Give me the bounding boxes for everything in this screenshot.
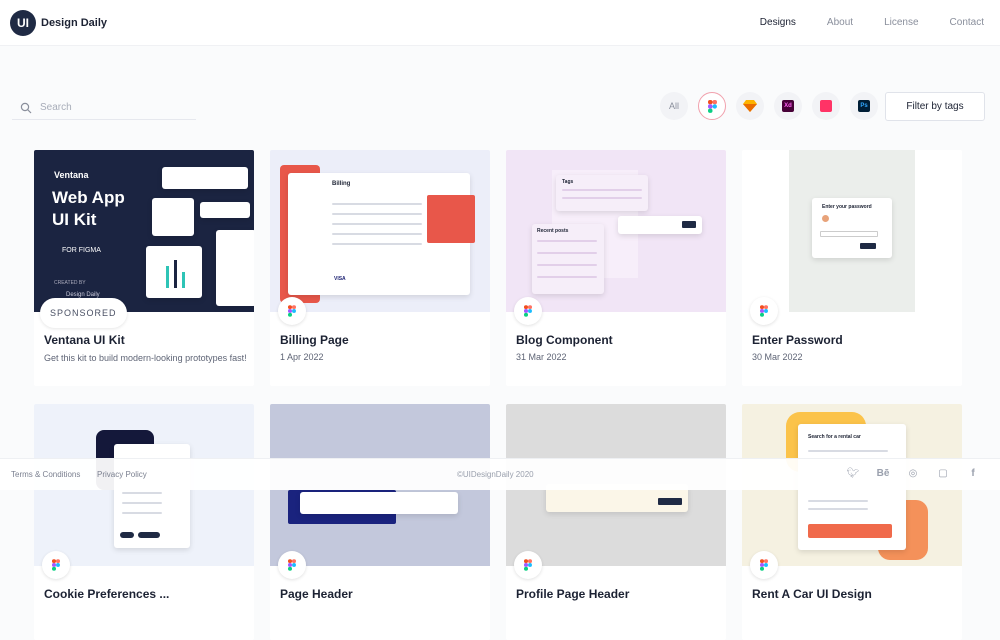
mock-chart-panel	[146, 246, 202, 298]
privacy-link[interactable]: Privacy Policy	[97, 470, 147, 479]
xd-icon[interactable]: Xd	[774, 92, 802, 120]
card-blog-component[interactable]: Tags Recent posts Blog Component 31 Mar …	[506, 150, 726, 386]
card-title[interactable]: Rent A Car UI Design	[752, 587, 872, 601]
card-title[interactable]: Blog Component	[516, 333, 613, 347]
instagram-icon[interactable]: ▢	[936, 468, 950, 479]
card-date: 30 Mar 2022	[752, 352, 803, 362]
search-input[interactable]	[40, 102, 180, 113]
card-thumbnail: Enter your password	[742, 150, 962, 312]
twitter-icon[interactable]: 🐦︎	[846, 468, 860, 479]
top-header: UI Design Daily Designs About License Co…	[0, 0, 1000, 46]
photoshop-icon[interactable]: Ps	[850, 92, 878, 120]
figma-icon[interactable]	[698, 92, 726, 120]
card-title[interactable]: Ventana UI Kit	[44, 333, 125, 347]
logo-text: Design Daily	[41, 17, 108, 29]
card-thumbnail: Tags Recent posts	[506, 150, 726, 312]
thumb-heading: Search for a rental car	[808, 434, 861, 440]
card-enter-password[interactable]: Enter your password Enter Password 30 Ma…	[742, 150, 962, 386]
thumb-title-2: UI Kit	[52, 210, 97, 229]
card-title[interactable]: Enter Password	[752, 333, 843, 347]
figma-icon	[750, 297, 778, 325]
card-date: 1 Apr 2022	[280, 352, 324, 362]
mock-panel	[216, 230, 254, 306]
card-title[interactable]: Profile Page Header	[516, 587, 629, 601]
thumb-brand: Ventana	[54, 170, 89, 180]
thumb-visa: VISA	[334, 276, 346, 282]
card-description: Get this kit to build modern-looking pro…	[44, 353, 247, 363]
nav-license[interactable]: License	[884, 17, 918, 28]
card-date: 31 Mar 2022	[516, 352, 567, 362]
thumb-tag: FOR FIGMA	[62, 247, 101, 254]
copyright: ©UIDesignDaily 2020	[457, 470, 534, 479]
mock-password-form: Enter your password	[812, 198, 892, 258]
card-page-header[interactable]: Page Header	[270, 404, 490, 640]
nav-contact[interactable]: Contact	[950, 17, 984, 28]
mock-panel	[162, 167, 248, 189]
nav-designs[interactable]: Designs	[760, 17, 796, 28]
nav-about[interactable]: About	[827, 17, 853, 28]
card-rent-a-car[interactable]: Search for a rental car Rent A Car UI De…	[742, 404, 962, 640]
tool-filters: All Xd Ps	[660, 92, 888, 120]
mock-panel	[200, 202, 250, 218]
site-logo[interactable]: UI Design Daily	[10, 10, 107, 36]
mock-tags-panel: Tags	[556, 175, 648, 211]
invision-icon[interactable]	[812, 92, 840, 120]
card-title[interactable]: Cookie Preferences ...	[44, 587, 169, 601]
card-profile-page-header[interactable]: Profile Page Header	[506, 404, 726, 640]
figma-icon	[42, 551, 70, 579]
mock-search	[618, 216, 702, 234]
card-title[interactable]: Page Header	[280, 587, 353, 601]
behance-icon[interactable]: Bē	[876, 468, 890, 479]
figma-icon	[514, 297, 542, 325]
thumb-created: CREATED BY	[54, 280, 86, 286]
terms-link[interactable]: Terms & Conditions	[11, 470, 80, 479]
card-thumbnail: Billing VISA	[270, 150, 490, 312]
thumb-tags: Tags	[562, 179, 574, 185]
thumb-heading: Enter your password	[822, 204, 872, 210]
figma-icon	[278, 551, 306, 579]
card-thumbnail: Ventana Web App UI Kit FOR FIGMA CREATED…	[34, 150, 254, 312]
filter-all-button[interactable]: All	[660, 92, 688, 120]
footer-bar: Terms & Conditions Privacy Policy ©UIDes…	[0, 458, 1000, 490]
thumb-recent: Recent posts	[537, 228, 569, 234]
thumb-heading: Billing	[332, 181, 351, 187]
card-title[interactable]: Billing Page	[280, 333, 349, 347]
filter-by-tags-button[interactable]: Filter by tags	[885, 92, 985, 121]
mock-recent-posts: Recent posts	[532, 224, 604, 294]
card-cookie-preferences[interactable]: Cookie Preferences ...	[34, 404, 254, 640]
mock-panel	[152, 198, 194, 236]
social-links: 🐦︎ Bē ◎ ▢ f	[830, 468, 980, 479]
card-billing-page[interactable]: Billing VISA Billing Page 1 Apr 2022	[270, 150, 490, 386]
dribbble-icon[interactable]: ◎	[906, 468, 920, 479]
search-bar	[12, 96, 196, 120]
mock-header-bar	[300, 492, 458, 514]
sketch-icon[interactable]	[736, 92, 764, 120]
logo-badge: UI	[10, 10, 36, 36]
figma-icon	[278, 297, 306, 325]
main-nav: Designs About License Contact	[729, 17, 984, 28]
search-icon	[20, 102, 32, 113]
facebook-icon[interactable]: f	[966, 468, 980, 479]
sponsored-badge: SPONSORED	[40, 298, 127, 328]
thumb-title: Web App	[52, 188, 125, 207]
figma-icon	[750, 551, 778, 579]
figma-icon	[514, 551, 542, 579]
card-ventana[interactable]: Ventana Web App UI Kit FOR FIGMA CREATED…	[34, 150, 254, 386]
